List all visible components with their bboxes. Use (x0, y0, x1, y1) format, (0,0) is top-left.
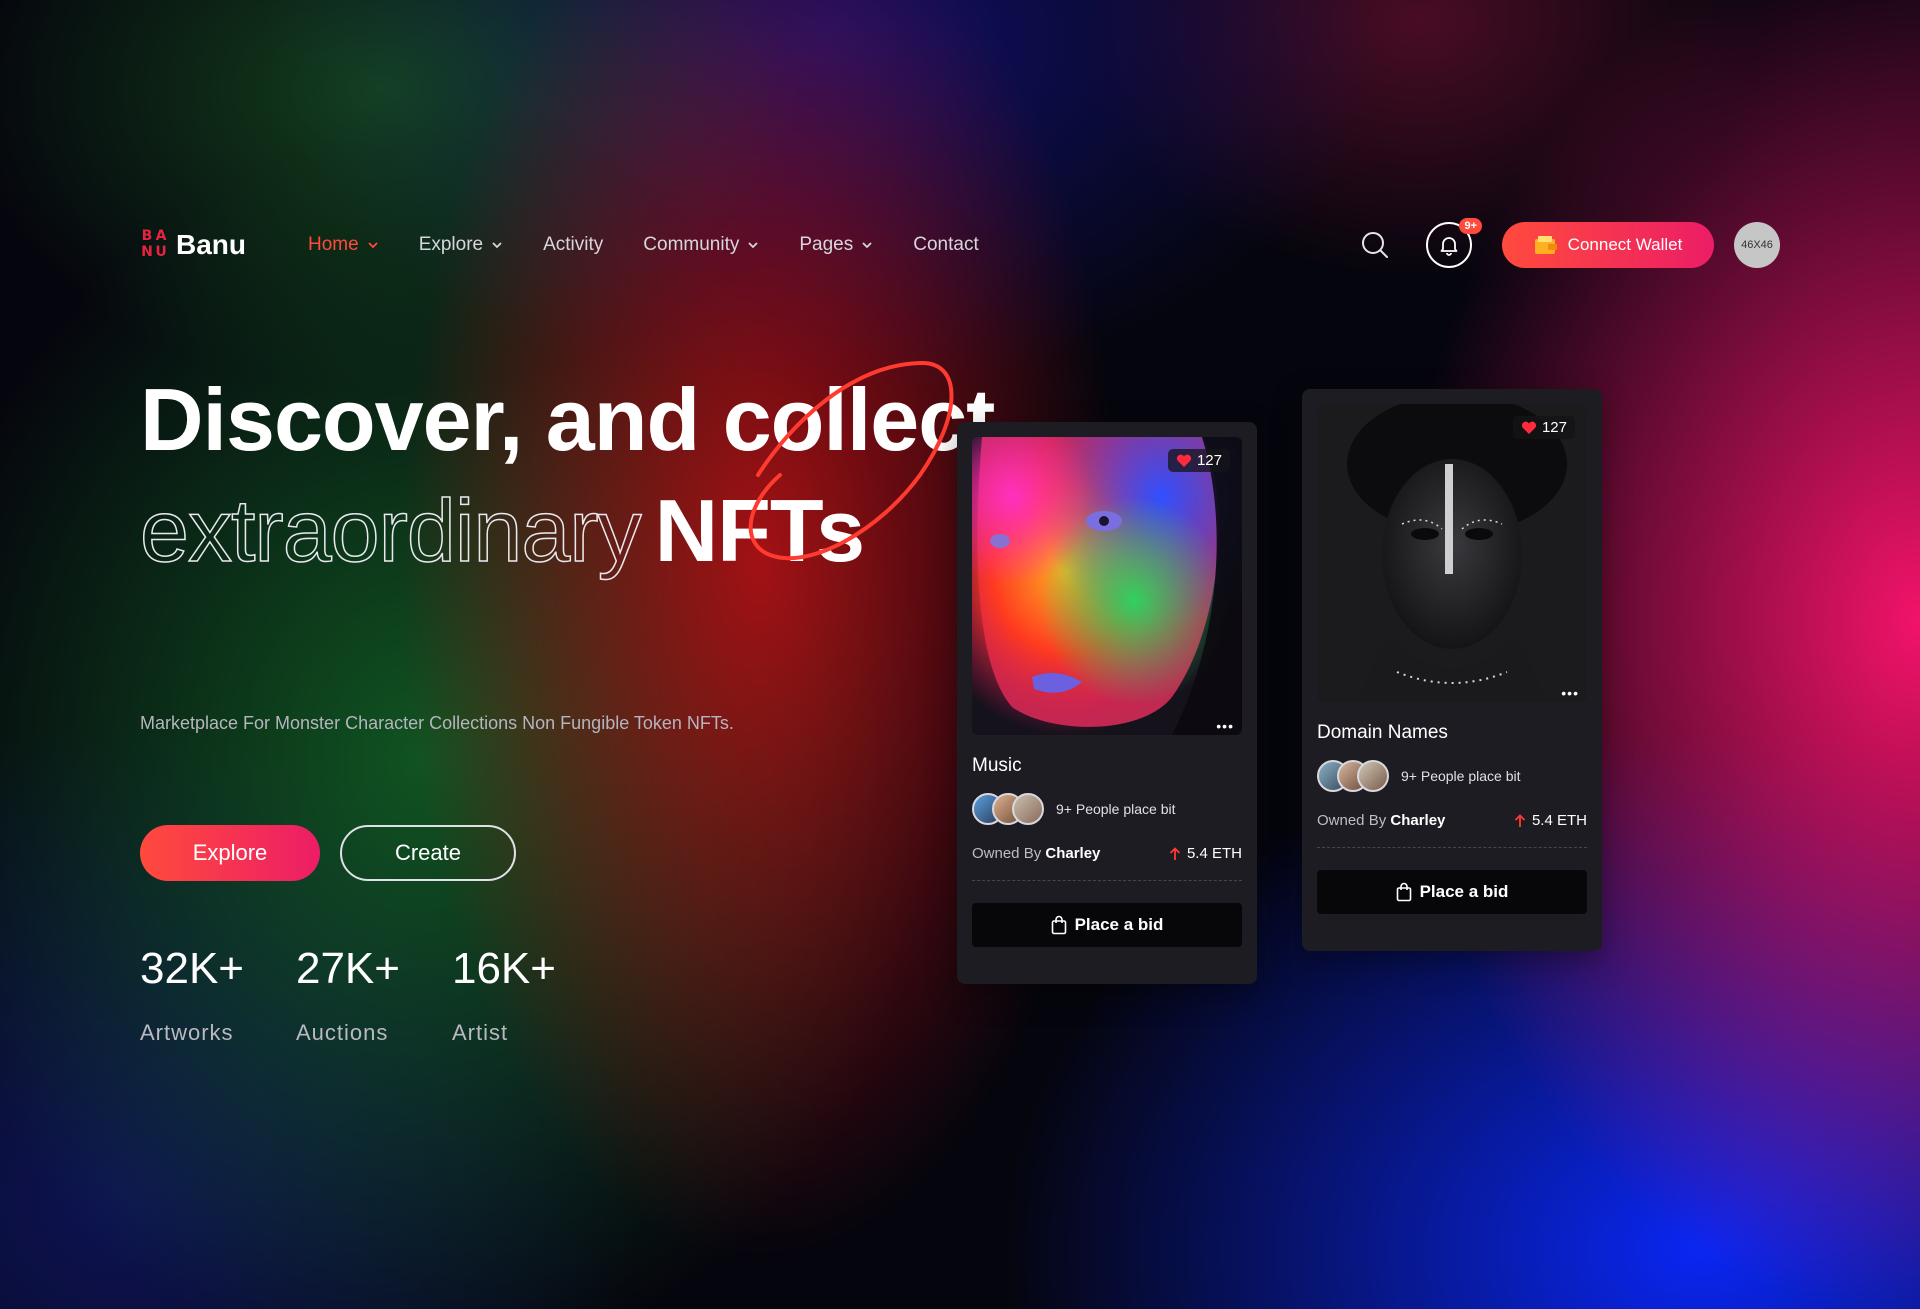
stat-label: Auctions (295, 1020, 389, 1045)
bidders-text: 9+ People place bit (1056, 801, 1176, 817)
bidders-row: 9+ People place bit (1317, 760, 1587, 792)
nav-item-contact[interactable]: Contact (913, 234, 978, 256)
nav-actions: 9+ Connect Wallet 46X46 (1358, 218, 1780, 268)
hero-strong-text: NFTs (654, 481, 865, 580)
brand-name: Banu (176, 229, 246, 260)
price-value: 5.4 ETH (1186, 845, 1242, 862)
nav-item-label: Community (643, 234, 740, 255)
top-navigation: BA NU Banu Home Explore Activity Communi… (140, 214, 1780, 276)
card-title: Domain Names (1317, 722, 1448, 743)
nft-card[interactable]: 127 ••• Music 9+ People place bit Owned … (957, 422, 1257, 984)
notification-button[interactable]: 9+ (1426, 218, 1482, 268)
hero-heading: Discover, and collect extraordinary NFTs (139, 370, 995, 586)
price-value: 5.4 ETH (1531, 812, 1587, 829)
user-avatar[interactable]: 46X46 (1734, 222, 1780, 268)
nft-image[interactable]: 127 ••• (1317, 404, 1587, 702)
owner-row: Owned By Charley 5.4 ETH (972, 845, 1242, 862)
monochrome-portrait-image (1317, 404, 1587, 702)
logo-mark-icon: BA NU (141, 228, 167, 260)
price: 5.4 ETH (1514, 812, 1587, 829)
hero-title-line1: Discover, and collect (140, 370, 995, 469)
bidder-avatars (972, 793, 1044, 825)
nav-item-label: Activity (543, 234, 604, 255)
nav-item-label: Home (308, 234, 359, 255)
bidders-text: 9+ People place bit (1401, 768, 1521, 784)
like-counter[interactable]: 127 (1167, 449, 1230, 472)
nft-card[interactable]: 127 ••• Domain Names 9+ People place bit… (1302, 389, 1602, 951)
notification-badge: 9+ (1459, 218, 1482, 234)
stat-value: 32K+ (140, 944, 244, 993)
avatar (1357, 760, 1389, 792)
owner-info: Owned By Charley (1317, 812, 1446, 829)
main-menu: Home Explore Activity Community Pages Co… (308, 234, 1019, 256)
nav-item-home[interactable]: Home (308, 234, 379, 256)
arrow-up-icon (1514, 813, 1526, 827)
stat-label: Artist (451, 1020, 509, 1045)
arrow-up-icon (1169, 846, 1181, 860)
nav-item-label: Contact (913, 234, 979, 255)
connect-wallet-button[interactable]: Connect Wallet (1502, 222, 1714, 268)
owner-row: Owned By Charley 5.4 ETH (1317, 812, 1587, 829)
more-options-icon[interactable]: ••• (1561, 686, 1579, 700)
place-bid-button[interactable]: Place a bid (1317, 870, 1587, 914)
bell-icon (1440, 237, 1458, 256)
stat-label: Artworks (140, 1020, 234, 1045)
stats-row: 32K+ Artworks 27K+ Auctions 16K+ Artist (140, 944, 556, 1046)
stat-artist: 16K+ Artist (452, 944, 556, 1046)
owner-name[interactable]: Charley (1045, 845, 1100, 862)
hero-title-line2: extraordinary NFTs (139, 476, 995, 586)
place-bid-label: Place a bid (1419, 882, 1509, 901)
create-button[interactable]: Create (340, 825, 516, 881)
place-bid-label: Place a bid (1074, 915, 1164, 934)
hero-outline-text: extraordinary (139, 480, 642, 581)
hero-actions: Explore Create (140, 825, 516, 881)
stat-artworks: 32K+ Artworks (140, 944, 244, 1046)
search-icon[interactable] (1358, 228, 1392, 262)
owner-info: Owned By Charley (972, 845, 1101, 862)
place-bid-button[interactable]: Place a bid (972, 903, 1242, 947)
bidders-row: 9+ People place bit (972, 793, 1242, 825)
stat-auctions: 27K+ Auctions (296, 944, 400, 1046)
chevron-down-icon (862, 242, 872, 249)
more-options-icon[interactable]: ••• (1216, 719, 1234, 733)
chevron-down-icon (748, 242, 759, 249)
like-counter[interactable]: 127 (1512, 416, 1575, 439)
nav-item-activity[interactable]: Activity (543, 234, 603, 256)
nav-item-label: Pages (799, 234, 854, 255)
heart-icon (1521, 421, 1537, 434)
nav-item-community[interactable]: Community (643, 234, 759, 256)
avatar (1012, 793, 1044, 825)
divider (972, 880, 1242, 881)
like-count: 127 (1541, 419, 1567, 436)
price: 5.4 ETH (1169, 845, 1242, 862)
like-count: 127 (1196, 452, 1222, 469)
shopping-bag-icon (1396, 882, 1411, 902)
brand-logo[interactable]: BA NU Banu (140, 229, 246, 261)
chevron-down-icon (368, 242, 378, 249)
connect-wallet-label: Connect Wallet (1567, 235, 1683, 254)
hero-subtitle: Marketplace For Monster Character Collec… (140, 713, 734, 733)
shopping-bag-icon (1051, 915, 1066, 935)
wallet-icon (1534, 236, 1557, 254)
stat-value: 27K+ (295, 944, 400, 993)
card-title: Music (972, 755, 1022, 776)
nav-item-pages[interactable]: Pages (799, 234, 873, 256)
heart-icon (1176, 454, 1192, 467)
explore-button[interactable]: Explore (140, 825, 320, 881)
nft-image[interactable]: 127 ••• (972, 437, 1242, 735)
bidder-avatars (1317, 760, 1389, 792)
nav-item-explore[interactable]: Explore (419, 234, 503, 256)
nav-item-label: Explore (418, 234, 484, 255)
colorful-face-art-image (972, 437, 1242, 735)
owner-name[interactable]: Charley (1390, 812, 1445, 829)
divider (1317, 847, 1587, 848)
chevron-down-icon (492, 242, 502, 249)
stat-value: 16K+ (451, 944, 556, 993)
